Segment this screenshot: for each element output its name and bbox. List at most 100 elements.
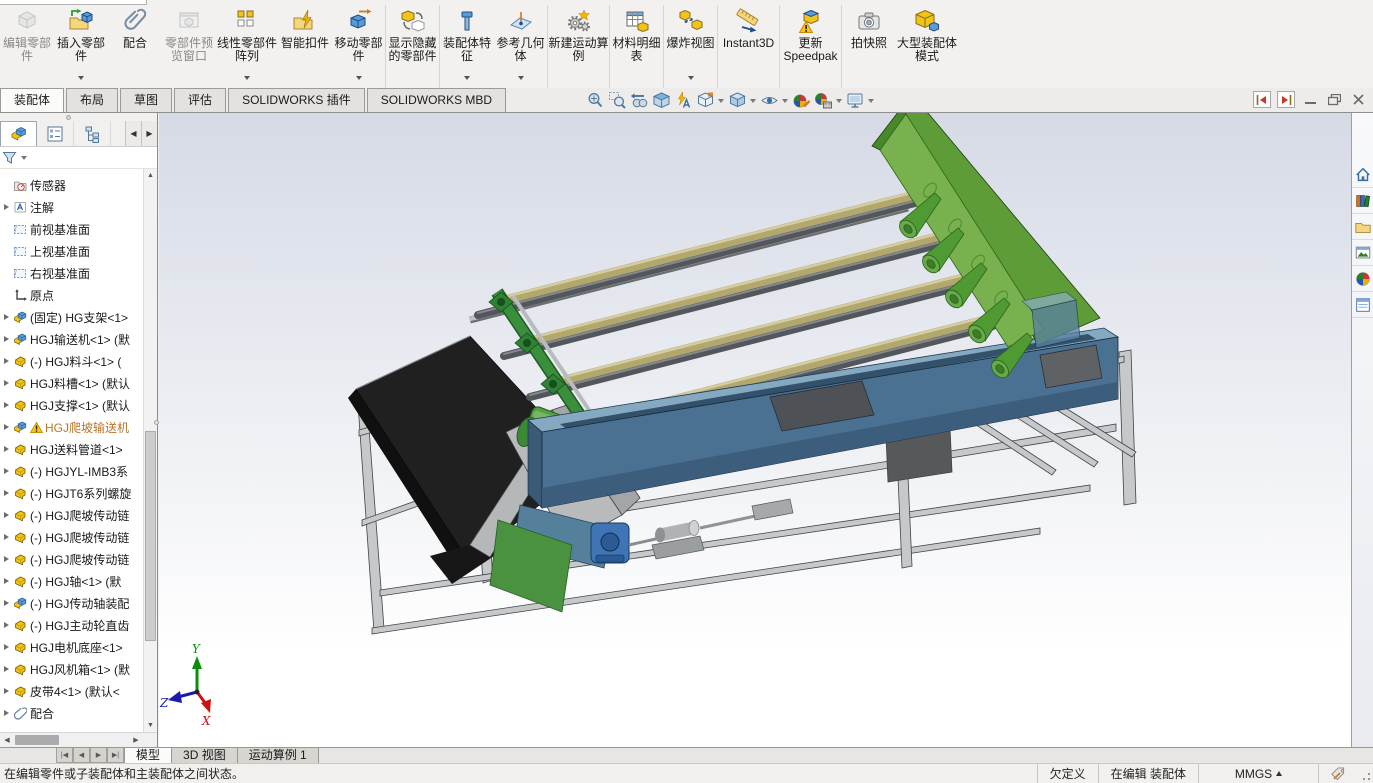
tab-model[interactable]: 模型 [124,748,173,763]
dropdown-arrow[interactable] [718,98,724,103]
dropdown-arrow[interactable] [836,98,842,103]
insert-component-button[interactable]: 插入零部件 [54,5,108,88]
expand-arrow-icon[interactable] [0,556,13,562]
tab-featuremanager[interactable] [0,121,37,146]
tree-item-component[interactable]: HGJ输送机<1> (默 [0,328,143,350]
edit-appearance-icon[interactable] [791,90,812,112]
view-palette-icon[interactable] [1352,241,1373,266]
tab-assembly[interactable]: 装配体 [0,88,65,112]
tree-item-front-plane[interactable]: 前视基准面 [0,218,143,240]
panel-edge-splitter-handle[interactable] [154,420,159,425]
reference-geometry-button[interactable]: 参考几何体 [494,5,548,88]
tree-item-top-plane[interactable]: 上视基准面 [0,240,143,262]
expand-arrow-icon[interactable] [0,424,13,430]
splitter-handle[interactable] [66,115,71,120]
view-orientation-icon[interactable] [695,90,716,112]
tree-item-component[interactable]: 皮带4<1> (默认< [0,680,143,702]
minimize-button[interactable] [1301,91,1319,108]
dropdown-arrow[interactable] [355,76,362,80]
move-component-button[interactable]: 移动零部件 [332,5,386,88]
tab-layout[interactable]: 布局 [66,88,119,112]
apply-scene-icon[interactable] [813,90,834,112]
tree-item-component[interactable]: (-) HGJ传动轴装配 [0,592,143,614]
dropdown-arrow[interactable] [244,76,250,80]
viewport-3d-model[interactable]: Y Z X [159,113,1351,747]
section-view-icon[interactable] [651,90,672,112]
scroll-down-icon[interactable]: ▼ [144,719,157,732]
tree-item-component[interactable]: (-) HGJ爬坡传动链 [0,548,143,570]
expand-arrow-icon[interactable] [0,666,13,672]
dropdown-arrow[interactable] [782,98,788,103]
expand-arrow-icon[interactable] [0,512,13,518]
next-tab-icon[interactable]: ▶ [90,748,107,763]
tree-item-component[interactable]: (-) HGJYL-IMB3系 [0,460,143,482]
assembly-features-button[interactable]: 装配体特征 [440,5,494,88]
tab-evaluate[interactable]: 评估 [174,88,227,112]
panel-splitter[interactable] [0,113,157,121]
update-speedpak-button[interactable]: 更新 Speedpak [780,5,842,88]
tree-filter[interactable] [0,147,157,169]
view-annotations-icon[interactable] [673,90,694,112]
tab-motion-study-1[interactable]: 运动算例 1 [237,748,319,763]
exploded-view-button[interactable]: 爆炸视图 [664,5,718,88]
expand-arrow-icon[interactable] [0,380,13,386]
large-assembly-mode-button[interactable]: 大型装配体模式 [896,5,958,88]
tree-item-component[interactable]: (-) HGJT6系列螺旋 [0,482,143,504]
first-tab-icon[interactable]: |◀ [56,748,73,763]
graphics-area[interactable]: Y Z X [159,113,1351,747]
expand-arrow-icon[interactable] [0,358,13,364]
previous-view-icon[interactable] [629,90,650,112]
dropdown-arrow[interactable] [21,155,27,160]
bom-button[interactable]: 材料明细表 [610,5,664,88]
zoom-to-fit-icon[interactable] [585,90,606,112]
snapshot-button[interactable]: 拍快照 [842,5,896,88]
expand-arrow-icon[interactable] [0,490,13,496]
mate-button[interactable]: 配合 [108,5,162,88]
tree-item-component[interactable]: (-) HGJ轴<1> (默 [0,570,143,592]
expand-arrow-icon[interactable] [0,688,13,694]
resources-home-icon[interactable] [1352,163,1373,188]
restore-button[interactable] [1325,91,1343,108]
tree-vertical-scrollbar[interactable]: ▲ ▼ [143,169,157,732]
tree-item-component[interactable]: HGJ料槽<1> (默认 [0,372,143,394]
tree-item-component[interactable]: (-) HGJ爬坡传动链 [0,526,143,548]
tree-item-component[interactable]: HGJ风机箱<1> (默 [0,658,143,680]
tree-item-component[interactable]: (-) HGJ爬坡传动链 [0,504,143,526]
prev-tab-icon[interactable]: ◀ [73,748,90,763]
expand-arrow-icon[interactable] [0,622,13,628]
motion-study-button[interactable]: 新建运动算例 [548,5,610,88]
scroll-up-icon[interactable]: ▲ [144,169,157,182]
expand-arrow-icon[interactable] [0,446,13,452]
tree-item-component-warning[interactable]: HGJ爬坡输送机 [0,416,143,438]
expand-arrow-icon[interactable] [0,336,13,342]
zoom-to-area-icon[interactable] [607,90,628,112]
expand-arrow-icon[interactable] [0,534,13,540]
tab-solidworks-addins[interactable]: SOLIDWORKS 插件 [228,88,365,112]
tree-horizontal-scrollbar[interactable]: ◀ ▶ [0,732,157,747]
smart-fasteners-button[interactable]: 智能扣件 [278,5,332,88]
tab-propertymanager[interactable] [37,121,74,146]
tag-edit-icon[interactable] [1318,764,1359,783]
display-style-icon[interactable] [727,90,748,112]
expand-arrow-icon[interactable] [0,314,13,320]
pane-previous-button[interactable] [1253,91,1271,108]
dropdown-arrow[interactable] [464,76,470,80]
dropdown-arrow[interactable] [517,76,524,80]
scroll-right-icon[interactable]: ▶ [129,733,143,747]
pane-next-button[interactable] [1277,91,1295,108]
expand-arrow-icon[interactable] [0,600,13,606]
expand-arrow-icon[interactable] [0,204,13,210]
expand-arrow-icon[interactable] [0,710,13,716]
tree-item-component[interactable]: HGJ送料管道<1> [0,438,143,460]
last-tab-icon[interactable]: ▶| [107,748,124,763]
tree-item-component[interactable]: HGJ支撑<1> (默认 [0,394,143,416]
custom-properties-icon[interactable] [1352,293,1373,318]
scroll-left-icon[interactable]: ◀ [0,733,14,747]
tree-item-component[interactable]: HGJ电机底座<1> [0,636,143,658]
dropdown-arrow[interactable] [78,76,84,80]
expand-arrow-icon[interactable] [0,468,13,474]
design-library-icon[interactable] [1352,189,1373,214]
close-icon[interactable] [1349,91,1367,108]
hide-show-items-icon[interactable] [759,90,780,112]
tree-item-component[interactable]: (-) HGJ料斗<1> ( [0,350,143,372]
